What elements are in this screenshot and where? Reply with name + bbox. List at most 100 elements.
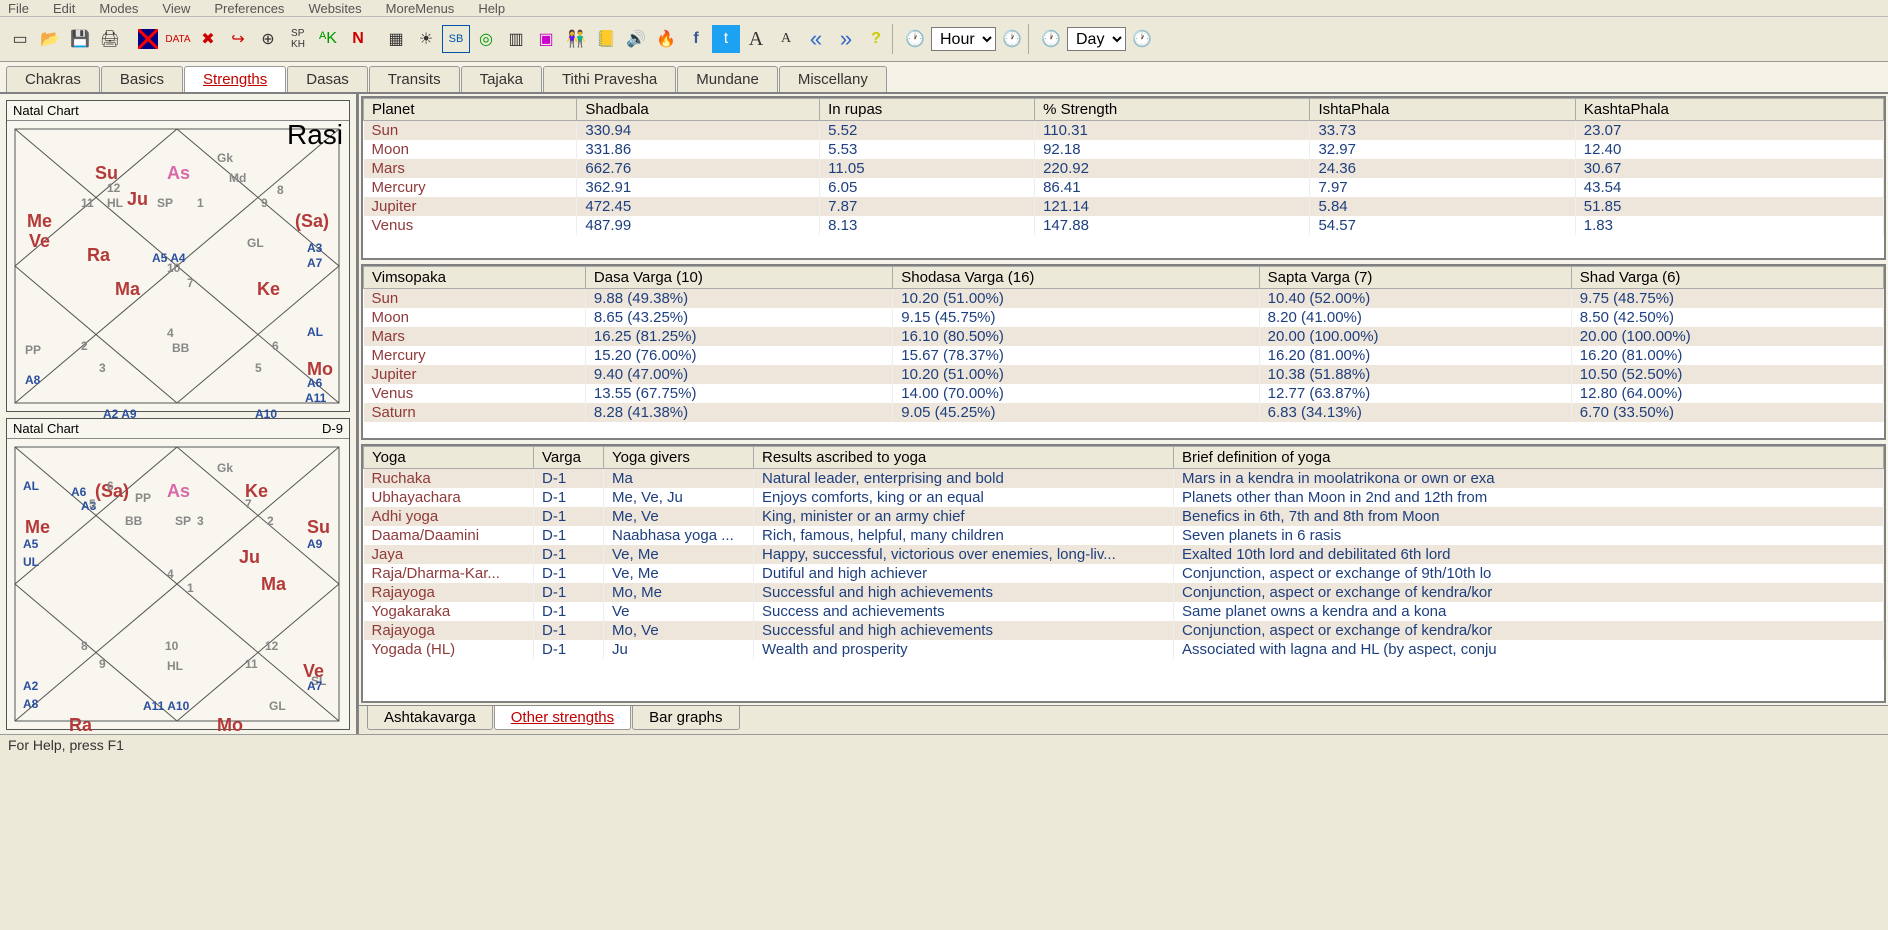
tab-transits[interactable]: Transits	[369, 66, 460, 92]
col-header[interactable]: Yoga	[364, 447, 534, 469]
table-row[interactable]: Moon331.865.5392.1832.9712.40	[364, 140, 1884, 159]
target-icon[interactable]: ◎	[472, 25, 500, 53]
chart-rasi[interactable]: Natal Chart Rasi SuAsJuMeVe(Sa)RaMaKeMoG…	[6, 100, 350, 412]
bottomtab-other-strengths[interactable]: Other strengths	[494, 706, 631, 730]
twitter-icon[interactable]: t	[712, 25, 740, 53]
save-icon[interactable]: 💾	[66, 25, 94, 53]
tab-tithi-pravesha[interactable]: Tithi Pravesha	[543, 66, 676, 92]
table-row[interactable]: Jupiter9.40 (47.00%)10.20 (51.00%)10.38 …	[364, 365, 1884, 384]
ak-icon[interactable]: ᴬK	[314, 25, 342, 53]
menu-edit[interactable]: Edit	[53, 1, 75, 16]
col-header[interactable]: Results ascribed to yoga	[754, 447, 1174, 469]
new-file-icon[interactable]: ▭	[6, 25, 34, 53]
prev-double-icon[interactable]: «	[802, 25, 830, 53]
font-small-icon[interactable]: A	[772, 25, 800, 53]
help-icon[interactable]: ?	[862, 25, 890, 53]
table-row[interactable]: Yogada (HL)D-1JuWealth and prosperityAss…	[364, 640, 1884, 659]
tab-miscellany[interactable]: Miscellany	[779, 66, 887, 92]
col-header[interactable]: Shadbala	[577, 99, 820, 121]
bottomtab-bar-graphs[interactable]: Bar graphs	[632, 706, 739, 730]
table-row[interactable]: Jupiter472.457.87121.145.8451.85	[364, 197, 1884, 216]
time-unit-2-select[interactable]: Day	[1067, 27, 1126, 51]
clock-prev-icon[interactable]: 🕐	[901, 25, 929, 53]
col-header[interactable]: Vimsopaka	[364, 267, 586, 289]
clock-prev-2-icon[interactable]: 🕐	[1037, 25, 1065, 53]
table-row[interactable]: Adhi yogaD-1Me, VeKing, minister or an a…	[364, 507, 1884, 526]
col-header[interactable]: Planet	[364, 99, 577, 121]
bottomtab-ashtakavarga[interactable]: Ashtakavarga	[367, 706, 493, 730]
menu-websites[interactable]: Websites	[308, 1, 361, 16]
clear-icon[interactable]: ✖	[194, 25, 222, 53]
tab-basics[interactable]: Basics	[101, 66, 183, 92]
sb-icon[interactable]: SB	[442, 25, 470, 53]
col-header[interactable]: Brief definition of yoga	[1174, 447, 1884, 469]
grid-icon[interactable]: ▦	[382, 25, 410, 53]
flag-icon[interactable]	[134, 25, 162, 53]
col-header[interactable]: % Strength	[1035, 99, 1310, 121]
direction-icon[interactable]: ⊕	[254, 25, 282, 53]
fire-icon[interactable]: 🔥	[652, 25, 680, 53]
clock-next-icon[interactable]: 🕐	[998, 25, 1026, 53]
vimsopaka-table[interactable]: VimsopakaDasa Varga (10)Shodasa Varga (1…	[363, 266, 1884, 422]
chart-d9[interactable]: Natal ChartD-9 (Sa)AsKeMeSuJuMaVeRaMoGkP…	[6, 418, 350, 730]
menu-help[interactable]: Help	[478, 1, 505, 16]
table-row[interactable]: Mercury15.20 (76.00%)15.67 (78.37%)16.20…	[364, 346, 1884, 365]
sp-kh-icon[interactable]: SPKH	[284, 25, 312, 53]
time-unit-1-select[interactable]: Hour	[931, 27, 996, 51]
col-header[interactable]: Shad Varga (6)	[1571, 267, 1883, 289]
table-row[interactable]: UbhayacharaD-1Me, Ve, JuEnjoys comforts,…	[364, 488, 1884, 507]
table-row[interactable]: RuchakaD-1MaNatural leader, enterprising…	[364, 469, 1884, 489]
col-header[interactable]: Shodasa Varga (16)	[893, 267, 1259, 289]
menu-view[interactable]: View	[162, 1, 190, 16]
table-row[interactable]: Daama/DaaminiD-1Naabhasa yoga ...Rich, f…	[364, 526, 1884, 545]
people-icon[interactable]: 👫	[562, 25, 590, 53]
col-header[interactable]: In rupas	[820, 99, 1035, 121]
sun-icon[interactable]: ☀	[412, 25, 440, 53]
col-header[interactable]: IshtaPhala	[1310, 99, 1575, 121]
facebook-icon[interactable]: f	[682, 25, 710, 53]
col-header[interactable]: Sapta Varga (7)	[1259, 267, 1571, 289]
menu-file[interactable]: File	[8, 1, 29, 16]
menu-modes[interactable]: Modes	[99, 1, 138, 16]
print-icon[interactable]: 🖨	[96, 25, 124, 53]
chart-label-1: 1	[197, 196, 204, 210]
yogas-table[interactable]: YogaVargaYoga giversResults ascribed to …	[363, 446, 1884, 659]
table-row[interactable]: Mars662.7611.05220.9224.3630.67	[364, 159, 1884, 178]
table-row[interactable]: Sun330.945.52110.3133.7323.07	[364, 121, 1884, 141]
table-row[interactable]: Venus13.55 (67.75%)14.00 (70.00%)12.77 (…	[364, 384, 1884, 403]
table-row[interactable]: Venus487.998.13147.8854.571.83	[364, 216, 1884, 235]
tab-mundane[interactable]: Mundane	[677, 66, 778, 92]
next-double-icon[interactable]: »	[832, 25, 860, 53]
data-icon[interactable]: DATA	[164, 25, 192, 53]
table-row[interactable]: YogakarakaD-1VeSuccess and achievementsS…	[364, 602, 1884, 621]
tab-tajaka[interactable]: Tajaka	[461, 66, 542, 92]
table-row[interactable]: Raja/Dharma-Kar...D-1Ve, MeDutiful and h…	[364, 564, 1884, 583]
table-row[interactable]: Saturn8.28 (41.38%)9.05 (45.25%)6.83 (34…	[364, 403, 1884, 422]
speaker-icon[interactable]: 🔊	[622, 25, 650, 53]
tab-dasas[interactable]: Dasas	[287, 66, 368, 92]
font-large-icon[interactable]: A	[742, 25, 770, 53]
col-header[interactable]: KashtaPhala	[1575, 99, 1883, 121]
table-row[interactable]: Mars16.25 (81.25%)16.10 (80.50%)20.00 (1…	[364, 327, 1884, 346]
book-icon[interactable]: 📒	[592, 25, 620, 53]
clock-next-2-icon[interactable]: 🕐	[1128, 25, 1156, 53]
menu-moremenus[interactable]: MoreMenus	[386, 1, 455, 16]
b-box-icon[interactable]: ▣	[532, 25, 560, 53]
open-file-icon[interactable]: 📂	[36, 25, 64, 53]
calendar-icon[interactable]: ▥	[502, 25, 530, 53]
col-header[interactable]: Yoga givers	[604, 447, 754, 469]
shadbala-table[interactable]: PlanetShadbalaIn rupas% StrengthIshtaPha…	[363, 98, 1884, 235]
col-header[interactable]: Dasa Varga (10)	[585, 267, 892, 289]
table-row[interactable]: JayaD-1Ve, MeHappy, successful, victorio…	[364, 545, 1884, 564]
table-row[interactable]: RajayogaD-1Mo, VeSuccessful and high ach…	[364, 621, 1884, 640]
table-row[interactable]: Sun9.88 (49.38%)10.20 (51.00%)10.40 (52.…	[364, 289, 1884, 309]
table-row[interactable]: Moon8.65 (43.25%)9.15 (45.75%)8.20 (41.0…	[364, 308, 1884, 327]
tab-chakras[interactable]: Chakras	[6, 66, 100, 92]
tab-strengths[interactable]: Strengths	[184, 66, 286, 92]
table-row[interactable]: Mercury362.916.0586.417.9743.54	[364, 178, 1884, 197]
col-header[interactable]: Varga	[534, 447, 604, 469]
arrow-icon[interactable]: ↪	[224, 25, 252, 53]
n-icon[interactable]: N	[344, 25, 372, 53]
table-row[interactable]: RajayogaD-1Mo, MeSuccessful and high ach…	[364, 583, 1884, 602]
menu-preferences[interactable]: Preferences	[214, 1, 284, 16]
